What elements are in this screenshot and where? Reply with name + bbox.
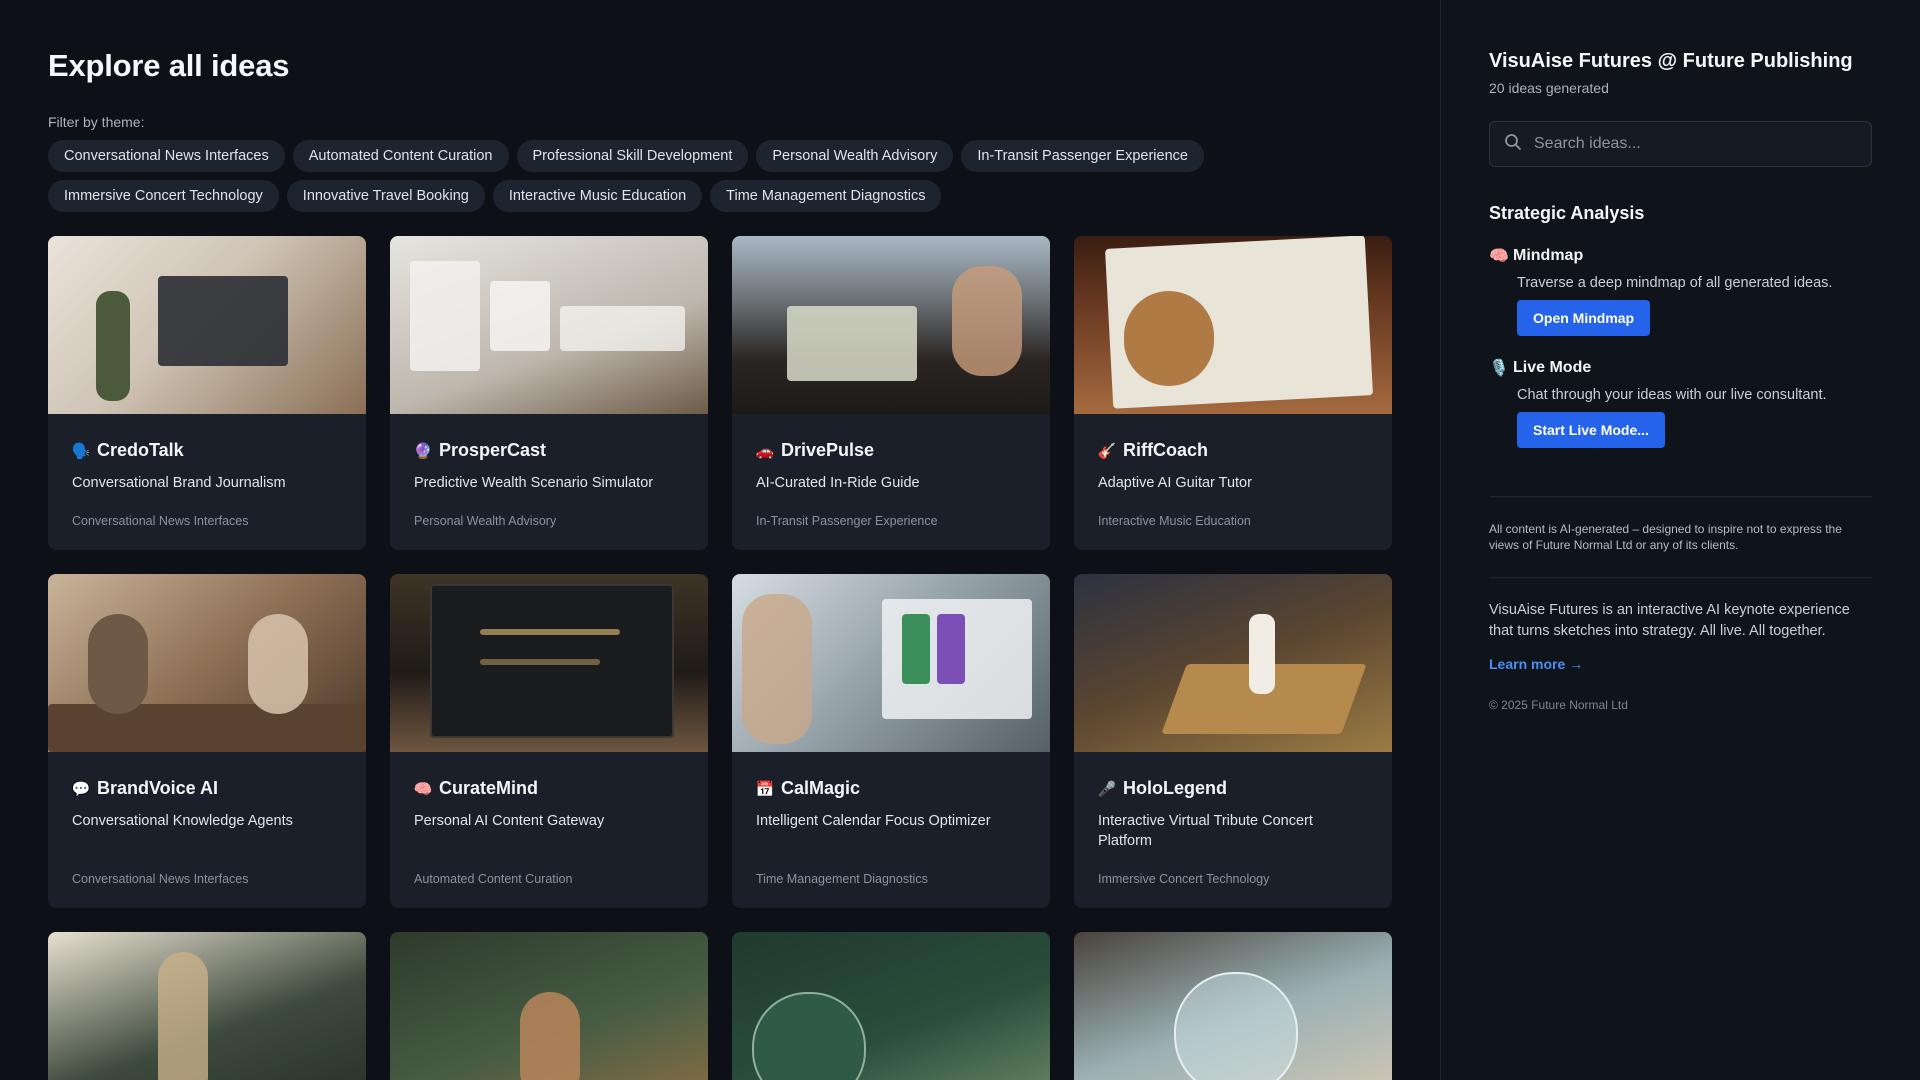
card-title: CurateMind (439, 778, 538, 798)
card-subtitle: Interactive Virtual Tribute Concert Plat… (1098, 813, 1313, 849)
filter-chip[interactable]: Time Management Diagnostics (710, 180, 942, 212)
card-subtitle: Conversational Knowledge Agents (72, 813, 293, 829)
idea-card[interactable]: 🎤 HoloLegend Interactive Virtual Tribute … (1074, 574, 1392, 908)
idea-grid-row-3 (48, 932, 1440, 1080)
about-text: VisuAise Futures is an interactive AI ke… (1489, 602, 1850, 639)
card-theme: Conversational News Interfaces (72, 514, 249, 528)
learn-more-link[interactable]: Learn more → (1489, 656, 1583, 672)
idea-grid-row-2: 💬 BrandVoice AI Conversational Knowledge … (48, 574, 1440, 908)
idea-thumbnail (732, 236, 1050, 414)
filter-chip[interactable]: Personal Wealth Advisory (756, 140, 954, 172)
speech-bubble-icon: 💬 (71, 780, 91, 798)
tool-description: Traverse a deep mindmap of all generated… (1517, 275, 1833, 291)
card-title: CalMagic (781, 778, 861, 798)
idea-thumbnail (390, 236, 708, 414)
car-icon: 🚗 (755, 442, 775, 460)
calendar-icon: 📅 (755, 780, 775, 798)
disclaimer: All content is AI-generated – designed t… (1489, 522, 1842, 552)
idea-thumbnail (48, 574, 366, 752)
card-title: RiffCoach (1123, 440, 1208, 460)
app: Explore all ideas Filter by theme: Conve… (0, 0, 1920, 1080)
card-subtitle: Conversational Brand Journalism (72, 475, 286, 491)
idea-card[interactable] (390, 932, 708, 1080)
speaking-head-icon: 🗣️ (71, 442, 91, 460)
idea-thumbnail (390, 932, 708, 1080)
card-theme: Interactive Music Education (1098, 514, 1251, 528)
theme-filter-list: Conversational News Interfaces Automated… (48, 140, 1298, 212)
card-subtitle: AI-Curated In-Ride Guide (756, 475, 920, 491)
card-theme: Personal Wealth Advisory (414, 514, 557, 528)
tool-description: Chat through your ideas with our live co… (1517, 387, 1827, 403)
card-subtitle: Personal AI Content Gateway (414, 813, 605, 829)
idea-thumbnail (1074, 236, 1392, 414)
idea-thumbnail (1074, 932, 1392, 1080)
brain-icon: 🧠 (413, 780, 433, 798)
idea-thumbnail (1074, 574, 1392, 752)
idea-card[interactable]: 🔮 ProsperCast Predictive Wealth Scenario … (390, 236, 708, 550)
filter-chip[interactable]: Automated Content Curation (292, 140, 509, 172)
microphone-icon: 🎤 (1097, 780, 1117, 798)
filter-chip[interactable]: Professional Skill Development (516, 140, 749, 172)
idea-grid-row-1: 🗣️ CredoTalk Conversational Brand Journal… (48, 236, 1440, 550)
idea-thumbnail (48, 236, 366, 414)
idea-card[interactable] (1074, 932, 1392, 1080)
live-mode-tool: 🎙️ Live Mode Chat through your ideas wit… (1489, 358, 1872, 448)
card-title: CredoTalk (97, 440, 184, 460)
idea-thumbnail (732, 574, 1050, 752)
idea-card[interactable]: 🚗 DrivePulse AI-Curated In-Ride Guide In-… (732, 236, 1050, 550)
open-mindmap-button[interactable]: Open Mindmap (1517, 300, 1651, 336)
search-input[interactable] (1532, 134, 1857, 154)
crystal-ball-icon: 🔮 (413, 442, 433, 460)
copyright: © 2025 Future Normal Ltd (1489, 698, 1628, 712)
card-theme: Automated Content Curation (414, 872, 573, 886)
page-title: Explore all ideas (48, 48, 290, 83)
card-title: BrandVoice AI (97, 778, 219, 798)
divider (1489, 577, 1872, 578)
idea-thumbnail (48, 932, 366, 1080)
card-theme: Time Management Diagnostics (756, 872, 928, 886)
start-live-mode-button[interactable]: Start Live Mode... (1517, 412, 1665, 448)
sidebar: VisuAise Futures @ Future Publishing 20 … (1440, 0, 1920, 1080)
idea-card[interactable]: 🧠 CurateMind Personal AI Content Gateway … (390, 574, 708, 908)
divider (1489, 496, 1872, 497)
idea-card[interactable] (48, 932, 366, 1080)
card-theme: Immersive Concert Technology (1098, 872, 1270, 886)
card-subtitle: Adaptive AI Guitar Tutor (1098, 475, 1252, 491)
idea-card[interactable]: 🎸 RiffCoach Adaptive AI Guitar Tutor Inte… (1074, 236, 1392, 550)
filter-chip[interactable]: Immersive Concert Technology (48, 180, 279, 212)
idea-thumbnail (390, 574, 708, 752)
card-title: DrivePulse (781, 440, 875, 460)
ideas-count: 20 ideas generated (1489, 80, 1609, 96)
card-theme: In-Transit Passenger Experience (756, 514, 938, 528)
brand-title: VisuAise Futures @ Future Publishing (1489, 50, 1853, 72)
idea-thumbnail (732, 932, 1050, 1080)
filter-chip[interactable]: Conversational News Interfaces (48, 140, 285, 172)
card-title: HoloLegend (1123, 778, 1227, 798)
search-icon (1504, 133, 1522, 156)
tool-title: Mindmap (1513, 247, 1584, 264)
idea-card[interactable]: 📅 CalMagic Intelligent Calendar Focus Opt… (732, 574, 1050, 908)
mindmap-tool: 🧠 Mindmap Traverse a deep mindmap of all… (1489, 246, 1872, 336)
microphone-icon: 🎙️ (1489, 360, 1509, 377)
search-box[interactable] (1489, 121, 1872, 167)
section-title: Strategic Analysis (1489, 203, 1645, 223)
idea-card[interactable]: 💬 BrandVoice AI Conversational Knowledge … (48, 574, 366, 908)
idea-card[interactable]: 🗣️ CredoTalk Conversational Brand Journal… (48, 236, 366, 550)
brain-icon: 🧠 (1489, 248, 1509, 265)
card-title: ProsperCast (439, 440, 547, 460)
card-theme: Conversational News Interfaces (72, 872, 249, 886)
filter-chip[interactable]: Innovative Travel Booking (286, 180, 485, 212)
filter-chip[interactable]: In-Transit Passenger Experience (961, 140, 1204, 172)
card-subtitle: Intelligent Calendar Focus Optimizer (756, 813, 991, 829)
guitar-icon: 🎸 (1097, 442, 1117, 460)
idea-card[interactable] (732, 932, 1050, 1080)
filter-label: Filter by theme: (48, 114, 145, 130)
main-content: Explore all ideas Filter by theme: Conve… (0, 0, 1440, 1080)
card-subtitle: Predictive Wealth Scenario Simulator (414, 475, 654, 491)
tool-title: Live Mode (1513, 359, 1592, 376)
filter-chip[interactable]: Interactive Music Education (492, 180, 703, 212)
